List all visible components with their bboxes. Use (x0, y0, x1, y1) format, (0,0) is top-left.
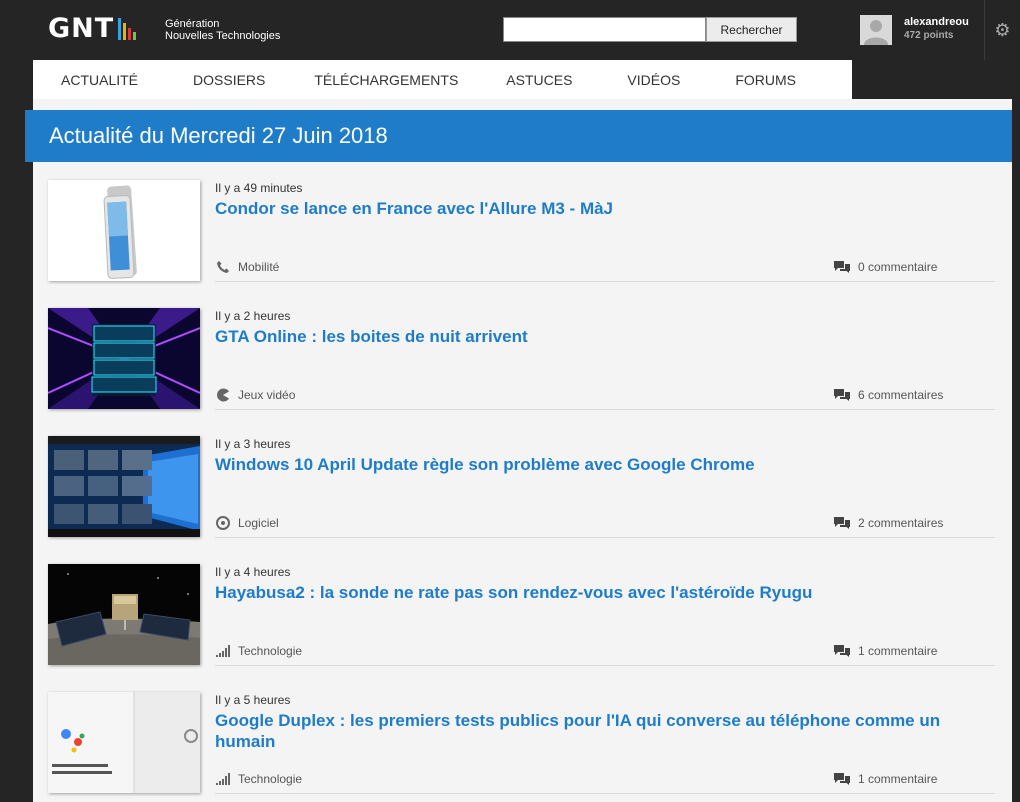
comments-icon (834, 261, 850, 273)
article-comments[interactable]: 1 commentaire (834, 644, 937, 658)
page-title: Actualité du Mercredi 27 Juin 2018 (25, 110, 1012, 162)
article-category-label: Technologie (238, 772, 303, 786)
nav-item-dossiers[interactable]: DOSSIERS (193, 60, 265, 99)
article-category[interactable]: Technologie (215, 644, 302, 658)
nav-item-telechargements[interactable]: TÉLÉCHARGEMENTS (314, 60, 458, 99)
logo-bar (123, 23, 127, 40)
article-category-label: Jeux vidéo (238, 388, 296, 402)
user-points: 472 points (904, 30, 954, 41)
search-button[interactable]: Rechercher (706, 17, 797, 42)
article-category-label: Mobilité (238, 260, 280, 274)
article-time: Il y a 4 heures (215, 565, 291, 579)
nav-item-forums[interactable]: FORUMS (735, 60, 796, 99)
comments-icon (834, 517, 850, 529)
article-title[interactable]: Windows 10 April Update règle son problè… (215, 454, 1000, 475)
article-comments-label: 0 commentaire (858, 260, 938, 274)
article-item: Il y a 3 heures Windows 10 April Update … (48, 436, 995, 538)
logo-bar (133, 32, 137, 40)
search-form: Rechercher (503, 17, 797, 42)
article-comments[interactable]: 6 commentaires (834, 388, 943, 402)
article-category[interactable]: Jeux vidéo (215, 388, 295, 402)
article-title[interactable]: Condor se lance en France avec l'Allure … (215, 198, 1000, 219)
logo-bar (118, 18, 122, 40)
article-divider (215, 281, 995, 282)
article-category-label: Technologie (238, 644, 303, 658)
nav-item-astuces[interactable]: ASTUCES (506, 60, 572, 99)
logo-bars-icon (118, 18, 137, 40)
article-item: Il y a 5 heures Google Duplex : les prem… (48, 692, 995, 794)
article-divider (215, 409, 995, 410)
article-category[interactable]: Technologie (215, 772, 302, 786)
gnt-logo[interactable]: GNT (48, 13, 137, 44)
article-item: Il y a 4 heures Hayabusa2 : la sonde ne … (48, 564, 995, 666)
site-header: GNT Génération Nouvelles Technologies Re… (0, 0, 1020, 60)
disc-icon (215, 516, 231, 530)
logo-tagline-line2: Nouvelles Technologies (165, 30, 281, 42)
article-time: Il y a 3 heures (215, 437, 291, 451)
article-category[interactable]: Logiciel (215, 516, 279, 530)
article-category-label: Logiciel (238, 516, 279, 530)
pacman-icon (215, 388, 231, 402)
article-thumbnail[interactable] (48, 180, 200, 281)
article-time: Il y a 5 heures (215, 693, 291, 707)
article-comments-label: 6 commentaires (858, 388, 944, 402)
signal-bars-icon (215, 644, 231, 658)
article-item: Il y a 49 minutes Condor se lance en Fra… (48, 180, 995, 282)
article-comments-label: 1 commentaire (858, 772, 938, 786)
nav-item-videos[interactable]: VIDÉOS (627, 60, 680, 99)
logo-tagline: Génération Nouvelles Technologies (165, 18, 280, 42)
avatar[interactable] (860, 15, 892, 45)
article-time: Il y a 2 heures (215, 309, 291, 323)
gear-icon[interactable]: ⚙ (984, 0, 1020, 60)
article-category[interactable]: Mobilité (215, 260, 279, 274)
phone-icon (215, 260, 231, 274)
article-title[interactable]: Hayabusa2 : la sonde ne rate pas son ren… (215, 582, 1000, 603)
logo-tagline-line1: Génération (165, 18, 220, 30)
article-time: Il y a 49 minutes (215, 181, 303, 195)
article-title[interactable]: Google Duplex : les premiers tests publi… (215, 710, 1000, 752)
nav-filler (852, 60, 1020, 99)
article-title[interactable]: GTA Online : les boites de nuit arrivent (215, 326, 1000, 347)
search-input[interactable] (503, 17, 706, 42)
user-name[interactable]: alexandreou (904, 16, 969, 28)
nav-item-actualite[interactable]: ACTUALITÉ (61, 60, 138, 99)
article-thumbnail[interactable] (48, 692, 200, 793)
article-item: Il y a 2 heures GTA Online : les boites … (48, 308, 995, 410)
comments-icon (834, 645, 850, 657)
article-divider (215, 793, 995, 794)
article-divider (215, 665, 995, 666)
article-comments[interactable]: 0 commentaire (834, 260, 937, 274)
article-thumbnail[interactable] (48, 564, 200, 665)
signal-bars-icon (215, 772, 231, 786)
article-divider (215, 537, 995, 538)
article-comments-label: 2 commentaires (858, 516, 944, 530)
comments-icon (834, 773, 850, 785)
article-comments-label: 1 commentaire (858, 644, 938, 658)
article-thumbnail[interactable] (48, 308, 200, 409)
article-comments[interactable]: 2 commentaires (834, 516, 943, 530)
logo-text: GNT (48, 13, 115, 44)
article-thumbnail[interactable] (48, 436, 200, 537)
article-comments[interactable]: 1 commentaire (834, 772, 937, 786)
logo-bar (128, 28, 132, 40)
main-nav: ACTUALITÉ DOSSIERS TÉLÉCHARGEMENTS ASTUC… (33, 60, 852, 99)
comments-icon (834, 389, 850, 401)
